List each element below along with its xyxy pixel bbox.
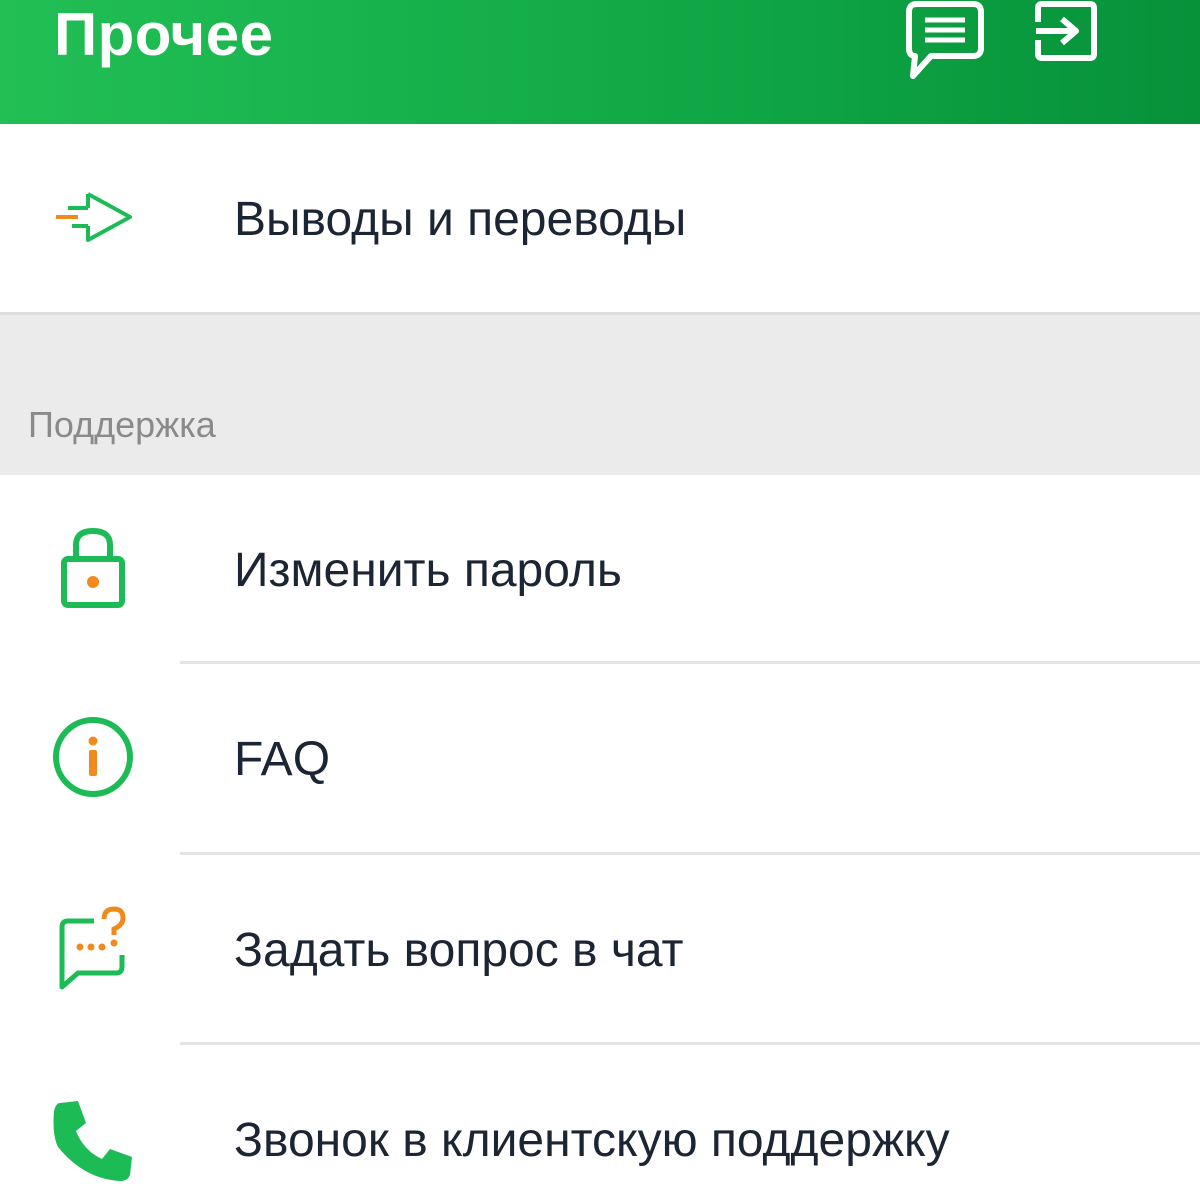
- lock-icon: [48, 525, 138, 615]
- menu-item-call-support[interactable]: Звонок в клиентскую поддержку: [0, 1045, 1200, 1200]
- phone-icon: [48, 1095, 138, 1185]
- info-icon: [48, 712, 138, 802]
- menu-item-label: Выводы и переводы: [234, 193, 687, 246]
- section-title: Поддержка: [28, 404, 216, 445]
- chat-icon: [906, 1, 984, 79]
- menu-item-transfers[interactable]: Выводы и переводы: [0, 124, 1200, 312]
- menu-item-label: Звонок в клиентскую поддержку: [234, 1114, 950, 1167]
- menu-item-label: Изменить пароль: [234, 544, 622, 597]
- logout-icon: [1035, 1, 1097, 61]
- transfer-arrow-icon: [48, 174, 138, 264]
- chat-button[interactable]: [905, 0, 985, 84]
- page-title: Прочее: [54, 1, 274, 68]
- menu-item-label: FAQ: [234, 733, 331, 786]
- logout-button[interactable]: [1028, 0, 1108, 84]
- app-header: Прочее: [0, 0, 1200, 124]
- chat-question-icon: [48, 903, 138, 993]
- menu-item-faq[interactable]: FAQ: [0, 664, 1200, 852]
- menu-item-change-password[interactable]: Изменить пароль: [0, 475, 1200, 663]
- menu-item-chat-question[interactable]: Задать вопрос в чат: [0, 855, 1200, 1043]
- section-header: [0, 312, 1200, 475]
- menu-item-label: Задать вопрос в чат: [234, 924, 684, 977]
